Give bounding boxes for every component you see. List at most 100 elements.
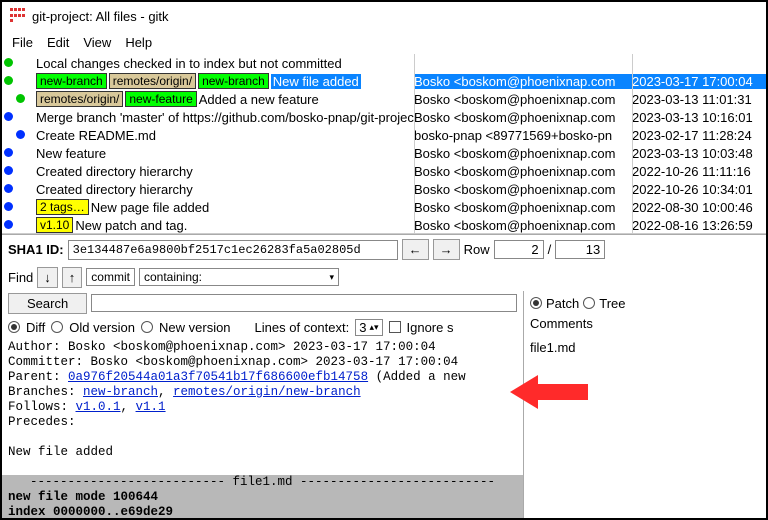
ref-badge[interactable]: new-branch	[36, 73, 107, 89]
old-label: Old version	[69, 320, 135, 335]
file-list[interactable]: Comments	[524, 316, 766, 338]
graph-cell	[2, 72, 36, 90]
graph-cell	[2, 180, 36, 198]
menu-file[interactable]: File	[6, 33, 39, 52]
commit-author: Bosko <boskom@phoenixnap.com	[414, 74, 632, 89]
commit-row[interactable]: Created directory hierarchyBosko <boskom…	[2, 180, 766, 198]
commit-author: Bosko <boskom@phoenixnap.com	[414, 182, 632, 197]
commit-author: Bosko <boskom@phoenixnap.com	[414, 110, 632, 125]
branch-link-1[interactable]: new-branch	[83, 385, 158, 399]
bottom-panes: Author: Bosko <boskom@phoenixnap.com> 20…	[2, 338, 766, 518]
diff-sep: -------------------------- file1.md ----…	[8, 475, 517, 490]
commit-msg: Create README.md	[36, 128, 414, 143]
commit-detail-pane[interactable]: Author: Bosko <boskom@phoenixnap.com> 20…	[2, 338, 524, 518]
ref-badge[interactable]: new-branch	[198, 73, 269, 89]
find-label: Find	[8, 270, 33, 285]
parent-link[interactable]: 0a976f20544a01a3f70541b17f686600efb14758	[68, 370, 368, 384]
commit-msg: New feature	[36, 146, 414, 161]
find-method-select[interactable]: containing:▾	[139, 268, 339, 286]
options-row: Diff Old version New version Lines of co…	[2, 316, 766, 338]
new-radio[interactable]	[141, 321, 153, 333]
commit-author: Bosko <boskom@phoenixnap.com	[414, 146, 632, 161]
tag-link-1[interactable]: v1.0.1	[76, 400, 121, 414]
commit-date: 2023-03-17 17:00:04	[632, 74, 766, 89]
commit-row[interactable]: new-branch remotes/origin/new-branch New…	[2, 72, 766, 90]
row-current: 2	[494, 240, 544, 259]
row-label: Row	[464, 242, 490, 257]
ref-badge[interactable]: remotes/origin/	[36, 91, 123, 107]
commit-row[interactable]: remotes/origin/new-feature Added a new f…	[2, 90, 766, 108]
sha-input[interactable]	[68, 240, 398, 260]
menu-edit[interactable]: Edit	[41, 33, 75, 52]
ref-badge[interactable]: new-feature	[125, 91, 196, 107]
app-icon	[10, 8, 26, 24]
window-title: git-project: All files - gitk	[32, 9, 169, 24]
commit-msg: Merge branch 'master' of https://github.…	[36, 110, 414, 125]
detail-author: Author: Bosko <boskom@phoenixnap.com> 20…	[8, 340, 517, 355]
commit-date: 2022-10-26 10:34:01	[632, 182, 766, 197]
titlebar: git-project: All files - gitk	[2, 2, 766, 30]
detail-committer: Committer: Bosko <boskom@phoenixnap.com>…	[8, 355, 517, 370]
commit-date: 2023-03-13 10:16:01	[632, 110, 766, 125]
diff-radio[interactable]	[8, 321, 20, 333]
find-down-button[interactable]: ↓	[37, 267, 58, 288]
commit-msg: new-branch remotes/origin/new-branch New…	[36, 73, 414, 89]
graph-cell	[2, 162, 36, 180]
nav-forward-button[interactable]: →	[433, 239, 460, 260]
commit-date: 2023-03-13 11:01:31	[632, 92, 766, 107]
commit-row[interactable]: Merge branch 'master' of https://github.…	[2, 108, 766, 126]
loc-stepper[interactable]: 3▴▾	[355, 319, 382, 336]
commit-msg: Created directory hierarchy	[36, 182, 414, 197]
ref-badge[interactable]: 2 tags…	[36, 199, 89, 215]
old-radio[interactable]	[51, 321, 63, 333]
commit-msg: v1.10 New patch and tag.	[36, 217, 414, 233]
find-mode-select[interactable]: commit	[86, 268, 135, 286]
commit-date: 2023-03-13 10:03:48	[632, 146, 766, 161]
menubar: File Edit View Help	[2, 30, 766, 54]
commit-msg: remotes/origin/new-feature Added a new f…	[36, 91, 414, 107]
commit-author: Bosko <boskom@phoenixnap.com	[414, 164, 632, 179]
menu-view[interactable]: View	[77, 33, 117, 52]
search-button[interactable]: Search	[8, 293, 87, 314]
tree-radio[interactable]	[583, 297, 595, 309]
tree-label: Tree	[599, 296, 625, 311]
commit-row[interactable]: v1.10 New patch and tag.Bosko <boskom@ph…	[2, 216, 766, 234]
patch-radio[interactable]	[530, 297, 542, 309]
file-comments[interactable]: Comments	[530, 316, 593, 331]
ref-badge[interactable]: remotes/origin/	[109, 73, 196, 89]
sha-label: SHA1 ID:	[8, 242, 64, 257]
new-label: New version	[159, 320, 231, 335]
find-up-button[interactable]: ↑	[62, 267, 83, 288]
ref-badge[interactable]: v1.10	[36, 217, 73, 233]
detail-follows: Follows: v1.0.1, v1.1	[8, 400, 517, 415]
ignore-label: Ignore s	[407, 320, 454, 335]
nav-back-button[interactable]: ←	[402, 239, 429, 260]
commit-msg: Created directory hierarchy	[36, 164, 414, 179]
detail-branches: Branches: new-branch, remotes/origin/new…	[8, 385, 517, 400]
file-pane[interactable]: file1.md	[524, 338, 766, 518]
graph-cell	[2, 198, 36, 216]
commit-row[interactable]: Local changes checked in to index but no…	[2, 54, 766, 72]
ignore-check[interactable]	[389, 321, 401, 333]
menu-help[interactable]: Help	[119, 33, 158, 52]
commit-row[interactable]: 2 tags… New page file addedBosko <boskom…	[2, 198, 766, 216]
commit-row[interactable]: New featureBosko <boskom@phoenixnap.com2…	[2, 144, 766, 162]
file-entry[interactable]: file1.md	[530, 340, 760, 355]
search-row: Search Patch Tree	[2, 290, 766, 316]
tag-link-2[interactable]: v1.1	[136, 400, 166, 414]
commit-date: 2023-02-17 11:28:24	[632, 128, 766, 143]
commit-date: 2022-08-16 13:26:59	[632, 218, 766, 233]
commit-author: bosko-pnap <89771569+bosko-pn	[414, 128, 632, 143]
search-input[interactable]	[91, 294, 517, 312]
commit-row[interactable]: Create README.mdbosko-pnap <89771569+bos…	[2, 126, 766, 144]
commit-row[interactable]: Created directory hierarchyBosko <boskom…	[2, 162, 766, 180]
diff-line-1: new file mode 100644	[8, 490, 158, 504]
commit-list[interactable]: Local changes checked in to index but no…	[2, 54, 766, 234]
diff-label: Diff	[26, 320, 45, 335]
branch-link-2[interactable]: remotes/origin/new-branch	[173, 385, 361, 399]
row-total: 13	[555, 240, 605, 259]
graph-cell	[2, 216, 36, 234]
graph-cell	[2, 144, 36, 162]
graph-cell	[2, 54, 36, 72]
commit-date: 2022-08-30 10:00:46	[632, 200, 766, 215]
